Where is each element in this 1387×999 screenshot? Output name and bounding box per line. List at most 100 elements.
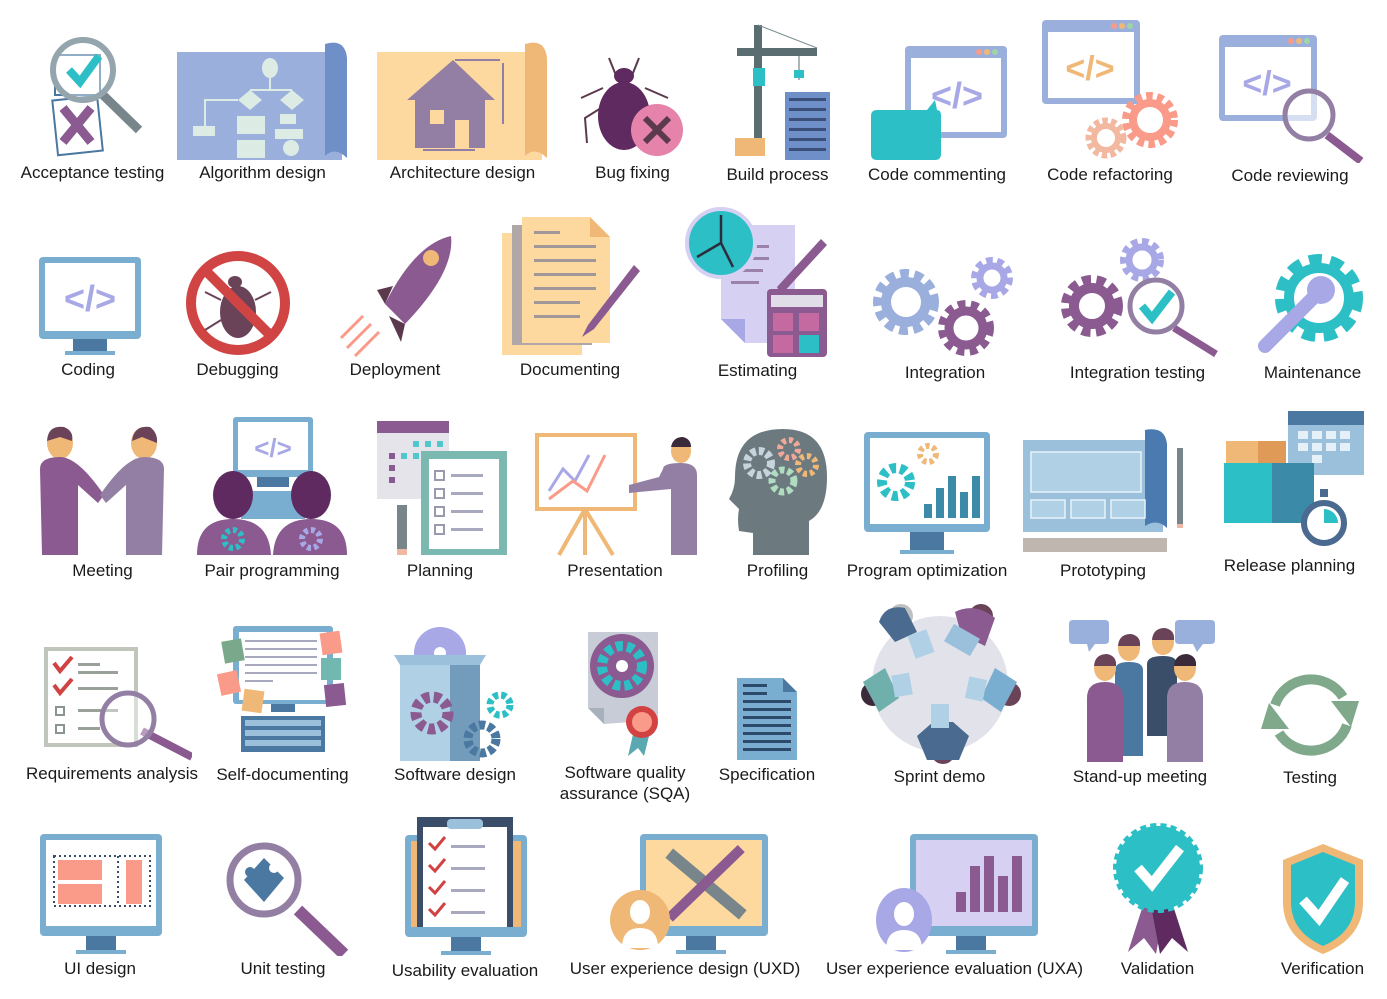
icon-tile-meeting: Meeting [35,423,170,581]
icon-tile-verification: Verification [1265,842,1380,979]
svg-text:</>: </> [930,75,982,116]
icon-tile-planning: Planning [370,413,510,581]
ui-design-icon [40,834,162,954]
icon-label: Self-documenting [216,765,349,784]
estimating-icon [685,207,827,357]
icon-tile-architecture-design: Architecture design [375,38,550,183]
algorithm-design-icon [177,42,347,160]
planning-icon [376,421,507,555]
icon-label: Bug fixing [595,163,670,182]
acceptance-testing-icon [49,37,142,157]
icon-tile-sprint-demo: Sprint demo [852,602,1027,787]
verification-icon [1282,844,1363,954]
icon-tile-specification: Specification [712,676,822,785]
icon-tile-code-commenting: </> Code commenting [862,44,1012,185]
icon-label: Usability evaluation [391,961,539,980]
code-reviewing-icon: </> [1219,35,1364,163]
software-design-icon [394,627,514,761]
icon-tile-maintenance: Maintenance [1250,248,1375,383]
icon-tile-documenting: Documenting [495,215,645,380]
icon-label: Verification [1280,959,1365,978]
icon-label: Build process [726,165,829,184]
icon-label: Presentation [567,561,663,580]
icon-tile-code-reviewing: </> Code reviewing [1210,33,1370,186]
documenting-icon [501,217,640,355]
icon-tile-requirements-analysis: Requirements analysis [22,645,202,784]
icon-tile-usability-evaluation: Usability evaluation [385,815,545,981]
release-planning-icon [1224,411,1364,546]
icon-tile-debugging: Debugging [180,250,295,380]
icon-label: Architecture design [389,163,536,182]
testing-icon [1261,674,1359,756]
profiling-icon [729,429,827,555]
icon-tile-user-experience-evaluation: User experience evaluation (UXA) [822,832,1087,979]
icon-tile-integration: Integration [865,250,1025,383]
icon-tile-profiling: Profiling [720,425,835,581]
unit-testing-icon [226,842,348,956]
prototyping-icon [1022,429,1183,552]
icon-tile-deployment: Deployment [335,232,455,380]
icon-label: Stand-up meeting [1072,767,1208,786]
debugging-icon [185,251,290,355]
icon-tile-algorithm-design: Algorithm design [175,38,350,183]
icon-tile-unit-testing: Unit testing [213,840,353,979]
icon-tile-bug-fixing: Bug fixing [570,48,695,183]
icon-label: Sprint demo [893,767,986,786]
icon-label: Prototyping [1060,561,1146,580]
icon-label: Pair programming [204,561,340,580]
icon-label: Integration [904,363,986,382]
integration-testing-icon [1060,238,1218,357]
icon-label: Deployment [349,360,441,379]
icon-label: Software quality assurance (SQA) [559,763,691,803]
icon-tile-estimating: Estimating [685,203,830,381]
bug-fixing-icon [580,57,683,156]
icon-tile-code-refactoring: </> Code refactoring [1035,18,1185,185]
icon-tile-coding: </> Coding [28,255,148,380]
user-experience-evaluation-icon [875,834,1038,954]
icon-label: Acceptance testing [20,163,165,182]
presentation-icon [534,433,697,557]
icon-label: Program optimization [846,561,1008,580]
icon-label: Debugging [196,360,279,379]
icon-tile-build-process: Build process [715,20,840,185]
icon-tile-prototyping: Prototyping [1018,428,1188,581]
icon-tile-user-experience-design: User experience design (UXD) [565,832,805,979]
icon-tile-integration-testing: Integration testing [1055,232,1220,383]
code-commenting-icon: </> [870,46,1007,160]
svg-text:</>: </> [1242,65,1291,103]
svg-text:</>: </> [254,433,292,463]
sprint-demo-icon [860,604,1021,764]
icon-tile-pair-programming: </> Pair programming [192,415,352,581]
icon-label: UI design [64,959,136,978]
program-optimization-icon [863,432,990,554]
icon-label: Documenting [519,360,621,379]
svg-text:</>: </> [64,278,116,319]
validation-icon [1112,823,1203,954]
icon-label: Meeting [72,561,133,580]
icon-label: Software design [394,765,516,784]
icon-label: Planning [406,561,474,580]
icon-label: Code refactoring [1047,165,1173,184]
icon-label: Validation [1120,959,1195,978]
code-refactoring-icon: </> [1042,20,1178,159]
software-quality-assurance-icon [587,632,658,756]
icon-tile-software-design: Software design [385,625,525,785]
meeting-icon [39,426,164,555]
icon-label: Algorithm design [199,163,326,182]
svg-text:</>: </> [1065,50,1114,88]
icon-label: User experience design (UXD) [569,959,801,978]
integration-icon [872,257,1013,356]
icon-label: Testing [1283,768,1337,787]
icon-tile-testing: Testing [1250,665,1370,788]
build-process-icon [734,24,830,160]
icon-label: Coding [61,360,115,379]
usability-evaluation-icon [405,817,527,955]
icon-label: Estimating [717,361,798,380]
icon-tile-software-quality-assurance: Software quality assurance (SQA) [550,628,700,804]
icon-label: Release planning [1223,556,1356,575]
deployment-icon [339,236,452,357]
icon-tile-stand-up-meeting: Stand-up meeting [1060,618,1220,787]
icon-label: Code commenting [868,165,1006,184]
icon-label: Maintenance [1263,363,1362,382]
icon-label: Requirements analysis [26,764,198,783]
